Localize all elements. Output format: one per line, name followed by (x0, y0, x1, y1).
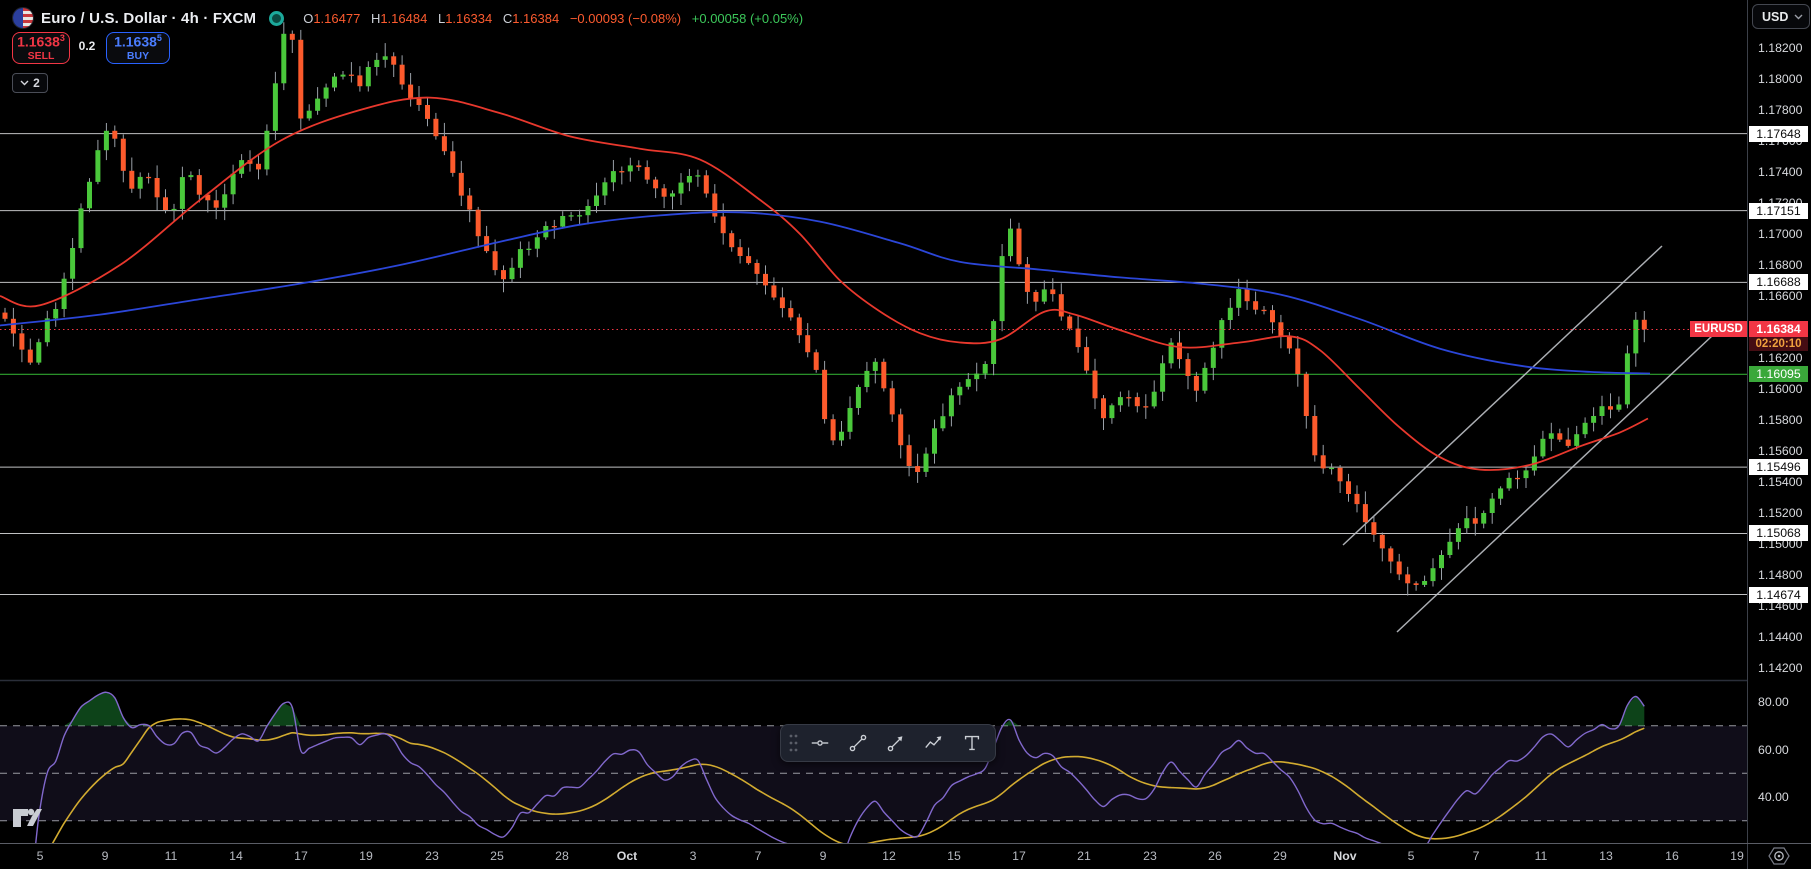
price-tick: 1.17800 (1758, 103, 1803, 117)
time-label: 21 (1077, 849, 1091, 863)
arrow-tool[interactable] (877, 728, 915, 758)
buy-button[interactable]: 1.16385 BUY (106, 32, 170, 64)
time-label: 29 (1273, 849, 1287, 863)
trend-line-tool-icon (849, 734, 867, 752)
chevron-down-icon (1794, 14, 1803, 19)
price-tick: 1.15200 (1758, 506, 1803, 520)
time-label: 13 (1599, 849, 1613, 863)
time-label: 17 (294, 849, 308, 863)
price-tick: 1.16600 (1758, 289, 1803, 303)
arrow-tool-icon (887, 736, 903, 752)
time-label: 9 (819, 849, 827, 863)
price-tick: 1.14200 (1758, 661, 1803, 675)
time-label: 19 (359, 849, 373, 863)
price-level-label: 1.17648 (1749, 126, 1808, 142)
time-label: 19 (1730, 849, 1744, 863)
price-tick: 1.15400 (1758, 475, 1803, 489)
time-label: 17 (1012, 849, 1026, 863)
price-level-label: 1.17151 (1749, 203, 1808, 219)
chart-legend: Euro / U.S. Dollar · 4h · FXCM O1.16477 … (12, 6, 803, 93)
close-label: C (502, 10, 513, 26)
rsi-tick: 80.00 (1758, 695, 1789, 709)
price-tick: 1.17000 (1758, 227, 1803, 241)
time-label: 7 (754, 849, 762, 863)
rsi-tick: 60.00 (1758, 743, 1789, 757)
symbol-flag-icon (12, 7, 34, 29)
symbol-title[interactable]: Euro / U.S. Dollar · 4h · FXCM (41, 10, 256, 27)
price-axis-divider (1747, 0, 1748, 869)
tradingview-logo[interactable] (12, 806, 42, 835)
price-level-label: 1.16688 (1749, 274, 1808, 290)
time-label: 9 (101, 849, 109, 863)
time-label: 14 (229, 849, 243, 863)
time-label: 15 (947, 849, 961, 863)
close-value: 1.16384 (512, 10, 560, 26)
symbol-price-tag: EURUSD (1690, 321, 1747, 337)
price-tick: 1.14800 (1758, 568, 1803, 582)
polyline-tool-icon (925, 736, 942, 749)
open-value: 1.16477 (313, 10, 361, 26)
floating-toolbar (780, 724, 996, 762)
change-value: −0.00093 (−0.08%) (569, 10, 682, 26)
chevron-down-icon (20, 80, 29, 86)
time-label: 28 (555, 849, 569, 863)
price-level-label: 1.15068 (1749, 525, 1808, 541)
price-tick: 1.15600 (1758, 444, 1803, 458)
market-status-dot[interactable] (269, 10, 285, 26)
time-label: 11 (164, 849, 178, 863)
price-tick: 1.15800 (1758, 413, 1803, 427)
price-tick: 1.16800 (1758, 258, 1803, 272)
drag-handle-icon[interactable] (785, 731, 801, 755)
time-label: 3 (689, 849, 697, 863)
price-tick: 1.18200 (1758, 41, 1803, 55)
time-label: 5 (36, 849, 44, 863)
time-label: Nov (1333, 849, 1357, 863)
trend-line-tool[interactable] (839, 728, 877, 758)
ohlc-readout: O1.16477 H1.16484 L1.16334 C1.16384 −0.0… (296, 11, 803, 26)
price-tick: 1.14400 (1758, 630, 1803, 644)
text-tool[interactable] (953, 728, 991, 758)
horizontal-line-tool-icon (811, 740, 829, 746)
time-label: 16 (1665, 849, 1679, 863)
time-label: 23 (1143, 849, 1157, 863)
time-label: Oct (616, 849, 638, 863)
polyline-tool[interactable] (915, 728, 953, 758)
horizontal-line-tool[interactable] (801, 728, 839, 758)
price-level-label: 1.15496 (1749, 459, 1808, 475)
change-intraday-value: +0.00058 (+0.05%) (691, 10, 804, 26)
rsi-tick: 40.00 (1758, 790, 1789, 804)
text-tool-icon (964, 735, 980, 751)
trading-chart-app: Euro / U.S. Dollar · 4h · FXCM O1.16477 … (0, 0, 1811, 869)
time-axis-divider (0, 843, 1811, 844)
time-label: 23 (425, 849, 439, 863)
price-tick: 1.16000 (1758, 382, 1803, 396)
time-label: 26 (1208, 849, 1222, 863)
price-level-label: 1.16095 (1749, 366, 1808, 382)
time-label: 25 (490, 849, 504, 863)
last-price-label: 1.16384 (1749, 321, 1808, 337)
time-label: 7 (1472, 849, 1480, 863)
open-label: O (303, 10, 314, 26)
currency-selector[interactable]: USD (1752, 4, 1810, 29)
timezone-icon[interactable] (1766, 846, 1792, 869)
legend-collapse-button[interactable]: 2 (12, 73, 48, 93)
chart-canvas[interactable] (0, 0, 1747, 843)
bar-countdown-label: 02:20:10 (1749, 337, 1808, 351)
price-tick: 1.18000 (1758, 72, 1803, 86)
price-tick: 1.16200 (1758, 351, 1803, 365)
high-value: 1.16484 (380, 10, 428, 26)
price-level-label: 1.14674 (1749, 587, 1808, 603)
sell-button[interactable]: 1.16383 SELL (12, 32, 70, 64)
price-tick: 1.17400 (1758, 165, 1803, 179)
high-label: H (370, 10, 381, 26)
low-value: 1.16334 (445, 10, 493, 26)
time-label: 11 (1534, 849, 1548, 863)
time-label: 12 (882, 849, 896, 863)
spread-badge: 0.2 (78, 39, 96, 53)
time-label: 5 (1407, 849, 1415, 863)
